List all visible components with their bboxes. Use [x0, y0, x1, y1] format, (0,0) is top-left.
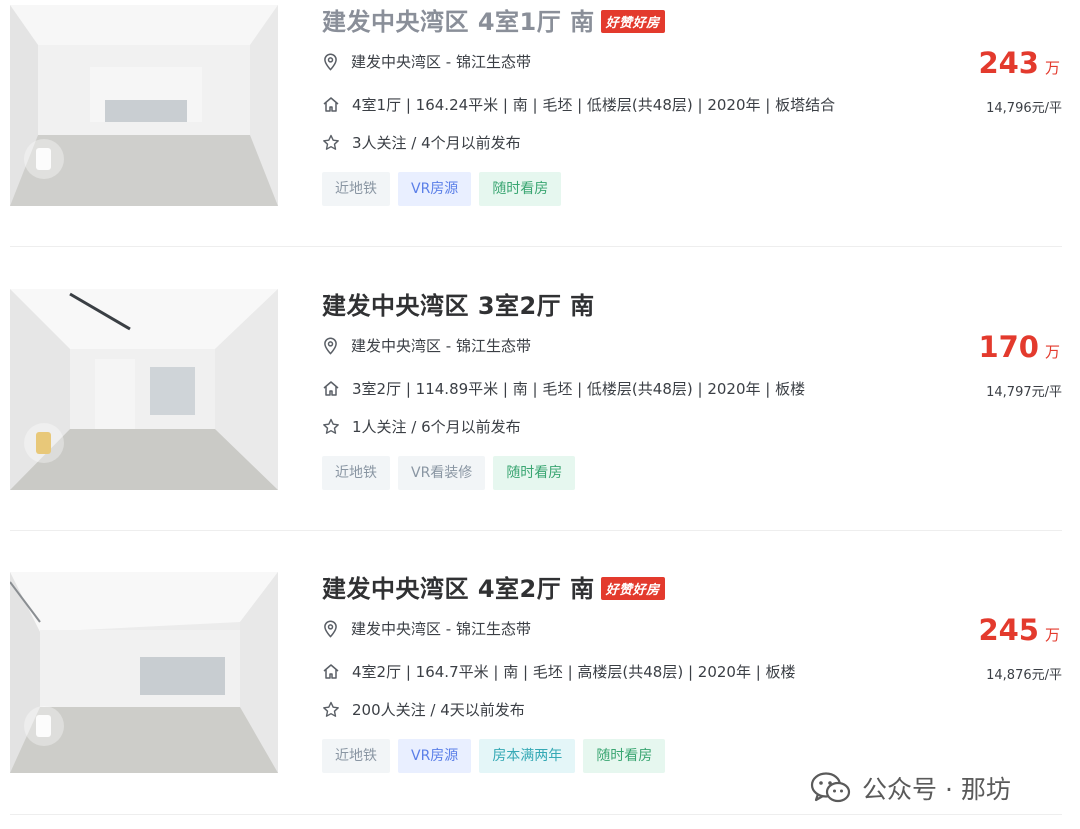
price-unit: 万	[1044, 343, 1060, 361]
divider	[10, 246, 1062, 247]
total-price: 245 万	[978, 613, 1060, 647]
watermark-text: 公众号 · 那坊	[862, 775, 1011, 804]
info-text: 3室2厅 | 114.89平米 | 南 | 毛坯 | 低楼层(共48层) | 2…	[352, 380, 806, 398]
info-text: 4室1厅 | 164.24平米 | 南 | 毛坯 | 低楼层(共48层) | 2…	[352, 96, 836, 114]
listing-title-text[interactable]: 建发中央湾区 4室1厅 南	[322, 8, 595, 36]
tag-list: 近地铁 VR看装修 随时看房	[322, 456, 576, 490]
house-icon	[323, 381, 339, 396]
tag-list: 近地铁 VR房源 随时看房	[322, 172, 562, 206]
divider	[10, 814, 1062, 815]
price-unit: 万	[1044, 59, 1060, 77]
vr-icon[interactable]	[24, 423, 64, 463]
location-text[interactable]: 建发中央湾区 - 锦江生态带	[351, 51, 531, 72]
listing-title[interactable]: 建发中央湾区 4室2厅 南好赞好房	[322, 569, 665, 604]
follow-text: 1人关注 / 6个月以前发布	[352, 418, 521, 436]
price-value: 245	[978, 613, 1039, 647]
vr-icon[interactable]	[24, 706, 64, 746]
price-value: 243	[978, 46, 1039, 80]
listing-title-text[interactable]: 建发中央湾区 3室2厅 南	[322, 292, 595, 320]
info-row: 3室2厅 | 114.89平米 | 南 | 毛坯 | 低楼层(共48层) | 2…	[322, 378, 805, 399]
listing-card[interactable]: 建发中央湾区 4室1厅 南好赞好房 建发中央湾区 - 锦江生态带 4室1厅 | …	[0, 0, 1080, 208]
listing-card[interactable]: 建发中央湾区 4室2厅 南好赞好房 建发中央湾区 - 锦江生态带 4室2厅 | …	[0, 545, 1080, 775]
total-price: 170 万	[978, 330, 1060, 364]
vr-icon[interactable]	[24, 139, 64, 179]
house-icon	[323, 664, 339, 679]
listing-photo[interactable]	[10, 5, 278, 206]
house-icon	[323, 97, 339, 112]
location-pin-icon	[324, 52, 337, 71]
location-pin-icon	[324, 336, 337, 355]
listing-card[interactable]: 建发中央湾区 3室2厅 南 建发中央湾区 - 锦江生态带 3室2厅 | 114.…	[0, 262, 1080, 492]
follow-row: 1人关注 / 6个月以前发布	[322, 416, 521, 437]
price-value: 170	[978, 330, 1039, 364]
wechat-icon	[810, 772, 851, 803]
tag-list: 近地铁 VR房源 房本满两年 随时看房	[322, 739, 666, 773]
info-text: 4室2厅 | 164.7平米 | 南 | 毛坯 | 高楼层(共48层) | 20…	[352, 663, 796, 681]
star-icon	[323, 418, 339, 434]
location-pin-icon	[324, 619, 337, 638]
location-row[interactable]: 建发中央湾区 - 锦江生态带	[322, 51, 531, 72]
info-row: 4室1厅 | 164.24平米 | 南 | 毛坯 | 低楼层(共48层) | 2…	[322, 94, 835, 115]
listing-title[interactable]: 建发中央湾区 4室1厅 南好赞好房	[322, 2, 665, 37]
follow-text: 200人关注 / 4天以前发布	[352, 701, 525, 719]
tag-anytime-viewing: 随时看房	[583, 739, 666, 773]
hot-badge: 好赞好房	[600, 10, 665, 33]
unit-price: 14,796元/平	[986, 101, 1062, 116]
total-price: 243 万	[978, 46, 1060, 80]
location-text[interactable]: 建发中央湾区 - 锦江生态带	[351, 335, 531, 356]
star-icon	[323, 701, 339, 717]
listing-photo[interactable]	[10, 289, 278, 490]
location-row[interactable]: 建发中央湾区 - 锦江生态带	[322, 335, 531, 356]
info-row: 4室2厅 | 164.7平米 | 南 | 毛坯 | 高楼层(共48层) | 20…	[322, 661, 796, 682]
unit-price: 14,797元/平	[986, 385, 1062, 400]
tag-near-subway: 近地铁	[322, 456, 390, 490]
hot-badge: 好赞好房	[600, 577, 665, 600]
listing-title[interactable]: 建发中央湾区 3室2厅 南	[322, 286, 595, 321]
watermark: 公众号 · 那坊	[810, 770, 1011, 806]
tag-vr-decoration: VR看装修	[398, 456, 486, 490]
tag-near-subway: 近地铁	[322, 739, 390, 773]
location-text[interactable]: 建发中央湾区 - 锦江生态带	[351, 618, 531, 639]
follow-text: 3人关注 / 4个月以前发布	[352, 134, 521, 152]
unit-price: 14,876元/平	[986, 668, 1062, 683]
follow-row: 200人关注 / 4天以前发布	[322, 699, 525, 720]
listing-photo[interactable]	[10, 572, 278, 773]
location-row[interactable]: 建发中央湾区 - 锦江生态带	[322, 618, 531, 639]
price-unit: 万	[1044, 626, 1060, 644]
tag-anytime-viewing: 随时看房	[493, 456, 576, 490]
tag-two-years: 房本满两年	[479, 739, 576, 773]
divider	[10, 530, 1062, 531]
tag-vr: VR房源	[398, 739, 472, 773]
tag-anytime-viewing: 随时看房	[479, 172, 562, 206]
tag-vr: VR房源	[398, 172, 472, 206]
tag-near-subway: 近地铁	[322, 172, 390, 206]
follow-row: 3人关注 / 4个月以前发布	[322, 132, 521, 153]
star-icon	[323, 134, 339, 150]
listing-title-text[interactable]: 建发中央湾区 4室2厅 南	[322, 575, 595, 603]
